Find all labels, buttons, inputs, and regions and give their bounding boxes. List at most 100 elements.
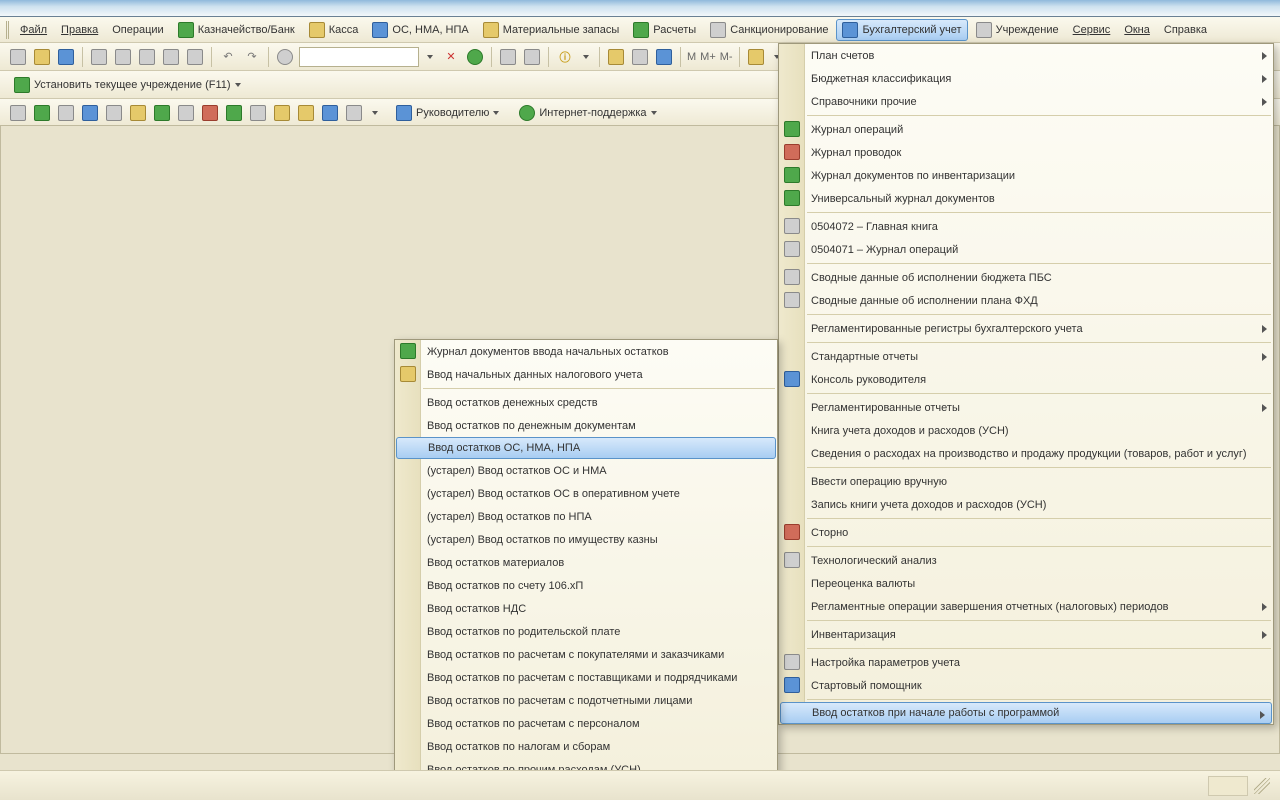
- menu-item[interactable]: Универсальный журнал документов: [779, 187, 1273, 210]
- calc-button[interactable]: [606, 47, 626, 67]
- menu-item[interactable]: Справочники прочие: [779, 90, 1273, 113]
- menu-item[interactable]: Инвентаризация: [779, 623, 1273, 646]
- print-button[interactable]: [161, 47, 181, 67]
- tool1-button[interactable]: [498, 47, 518, 67]
- support-button[interactable]: Интернет-поддержка: [513, 102, 662, 124]
- menu-calc[interactable]: Расчеты: [627, 19, 702, 41]
- menu-item[interactable]: Ввод остатков ОС, НМА, НПА: [396, 437, 776, 459]
- cut-button[interactable]: [89, 47, 109, 67]
- report-btn-5[interactable]: [104, 103, 124, 123]
- report-btn-12[interactable]: [272, 103, 292, 123]
- menu-item[interactable]: Запись книги учета доходов и расходов (У…: [779, 493, 1273, 516]
- menu-item[interactable]: 0504072 – Главная книга: [779, 215, 1273, 238]
- redo-button[interactable]: ↷: [242, 47, 262, 67]
- paste-button[interactable]: [137, 47, 157, 67]
- refresh-button[interactable]: [465, 47, 485, 67]
- menu-item[interactable]: Журнал документов по инвентаризации: [779, 164, 1273, 187]
- menu-item[interactable]: (устарел) Ввод остатков по имуществу каз…: [395, 528, 777, 551]
- menu-materials[interactable]: Материальные запасы: [477, 19, 626, 41]
- report-btn-10[interactable]: [224, 103, 244, 123]
- memory-m[interactable]: М: [687, 51, 696, 63]
- menu-item[interactable]: Настройка параметров учета: [779, 651, 1273, 674]
- menu-item[interactable]: Ввод начальных данных налогового учета: [395, 363, 777, 386]
- menu-item[interactable]: Стандартные отчеты: [779, 345, 1273, 368]
- menu-item[interactable]: Ввод остатков по расчетам с персоналом: [395, 712, 777, 735]
- report-btn-9[interactable]: [200, 103, 220, 123]
- undo-button[interactable]: ↶: [218, 47, 238, 67]
- user-button[interactable]: [654, 47, 674, 67]
- menu-item[interactable]: Технологический анализ: [779, 549, 1273, 572]
- menu-item[interactable]: Ввод остатков по родительской плате: [395, 620, 777, 643]
- menu-institution[interactable]: Учреждение: [970, 19, 1065, 41]
- menu-service[interactable]: Сервис: [1067, 21, 1117, 39]
- memory-mminus[interactable]: М-: [720, 51, 733, 63]
- menu-os[interactable]: ОС, НМА, НПА: [366, 19, 474, 41]
- copy-button[interactable]: [113, 47, 133, 67]
- menu-item[interactable]: Стартовый помощник: [779, 674, 1273, 697]
- report-btn-4[interactable]: [80, 103, 100, 123]
- settings-button[interactable]: [746, 47, 766, 67]
- menu-item[interactable]: Консоль руководителя: [779, 368, 1273, 391]
- print2-button[interactable]: [185, 47, 205, 67]
- report-btn-2[interactable]: [32, 103, 52, 123]
- menu-item[interactable]: Ввод остатков по расчетам с подотчетными…: [395, 689, 777, 712]
- reports-dropdown[interactable]: [368, 103, 382, 123]
- menu-help[interactable]: Справка: [1158, 21, 1213, 39]
- search-input[interactable]: [299, 47, 419, 67]
- menu-edit[interactable]: Правка: [55, 21, 104, 39]
- help-dropdown[interactable]: [579, 47, 593, 67]
- menu-item[interactable]: Ввод остатков при начале работы с програ…: [780, 702, 1272, 724]
- menu-item[interactable]: Регламентированные отчеты: [779, 396, 1273, 419]
- menu-item[interactable]: Сводные данные об исполнении плана ФХД: [779, 289, 1273, 312]
- menu-item[interactable]: Ввод остатков материалов: [395, 551, 777, 574]
- menu-item[interactable]: Регламентные операции завершения отчетны…: [779, 595, 1273, 618]
- menu-item[interactable]: Ввод остатков по счету 106.хП: [395, 574, 777, 597]
- menu-sanction[interactable]: Санкционирование: [704, 19, 834, 41]
- menu-item[interactable]: (устарел) Ввод остатков ОС в оперативном…: [395, 482, 777, 505]
- report-btn-7[interactable]: [152, 103, 172, 123]
- menu-item[interactable]: Сведения о расходах на производство и пр…: [779, 442, 1273, 465]
- menu-item[interactable]: Журнал документов ввода начальных остатк…: [395, 340, 777, 363]
- menu-item[interactable]: Ввод остатков по налогам и сборам: [395, 735, 777, 758]
- menu-item[interactable]: Журнал проводок: [779, 141, 1273, 164]
- search-dropdown[interactable]: [423, 47, 437, 67]
- menu-item[interactable]: Ввод остатков денежных средств: [395, 391, 777, 414]
- find-button[interactable]: [275, 47, 295, 67]
- menu-treasury[interactable]: Казначейство/Банк: [172, 19, 301, 41]
- menu-item[interactable]: Ввод остатков по денежным документам: [395, 414, 777, 437]
- save-button[interactable]: [56, 47, 76, 67]
- menu-cash[interactable]: Касса: [303, 19, 365, 41]
- menu-item[interactable]: Сводные данные об исполнении бюджета ПБС: [779, 266, 1273, 289]
- menu-operations[interactable]: Операции: [106, 21, 169, 39]
- menu-item[interactable]: Бюджетная классификация: [779, 67, 1273, 90]
- clear-button[interactable]: ✕: [441, 47, 461, 67]
- memory-mplus[interactable]: М+: [700, 51, 716, 63]
- menu-item[interactable]: Переоценка валюты: [779, 572, 1273, 595]
- menu-item[interactable]: Регламентированные регистры бухгалтерско…: [779, 317, 1273, 340]
- calendar-button[interactable]: [630, 47, 650, 67]
- menu-item[interactable]: Ввод остатков по расчетам с покупателями…: [395, 643, 777, 666]
- leader-button[interactable]: Руководителю: [390, 102, 505, 124]
- resize-grip[interactable]: [1254, 778, 1270, 794]
- new-button[interactable]: [8, 47, 28, 67]
- menu-item[interactable]: 0504071 – Журнал операций: [779, 238, 1273, 261]
- menu-item[interactable]: (устарел) Ввод остатков ОС и НМА: [395, 459, 777, 482]
- report-btn-1[interactable]: [8, 103, 28, 123]
- menu-item[interactable]: Ввести операцию вручную: [779, 470, 1273, 493]
- report-btn-15[interactable]: [344, 103, 364, 123]
- menu-item[interactable]: План счетов: [779, 44, 1273, 67]
- report-btn-3[interactable]: [56, 103, 76, 123]
- report-btn-8[interactable]: [176, 103, 196, 123]
- report-btn-14[interactable]: [320, 103, 340, 123]
- report-btn-13[interactable]: [296, 103, 316, 123]
- menu-item[interactable]: Ввод остатков НДС: [395, 597, 777, 620]
- menu-file[interactable]: Файл: [14, 21, 53, 39]
- menu-item[interactable]: (устарел) Ввод остатков по НПА: [395, 505, 777, 528]
- menu-accounting[interactable]: Бухгалтерский учет: [836, 19, 967, 41]
- help-button[interactable]: ⓘ: [555, 47, 575, 67]
- open-button[interactable]: [32, 47, 52, 67]
- menu-item[interactable]: Журнал операций: [779, 118, 1273, 141]
- menu-item[interactable]: Сторно: [779, 521, 1273, 544]
- tool2-button[interactable]: [522, 47, 542, 67]
- menu-item[interactable]: Книга учета доходов и расходов (УСН): [779, 419, 1273, 442]
